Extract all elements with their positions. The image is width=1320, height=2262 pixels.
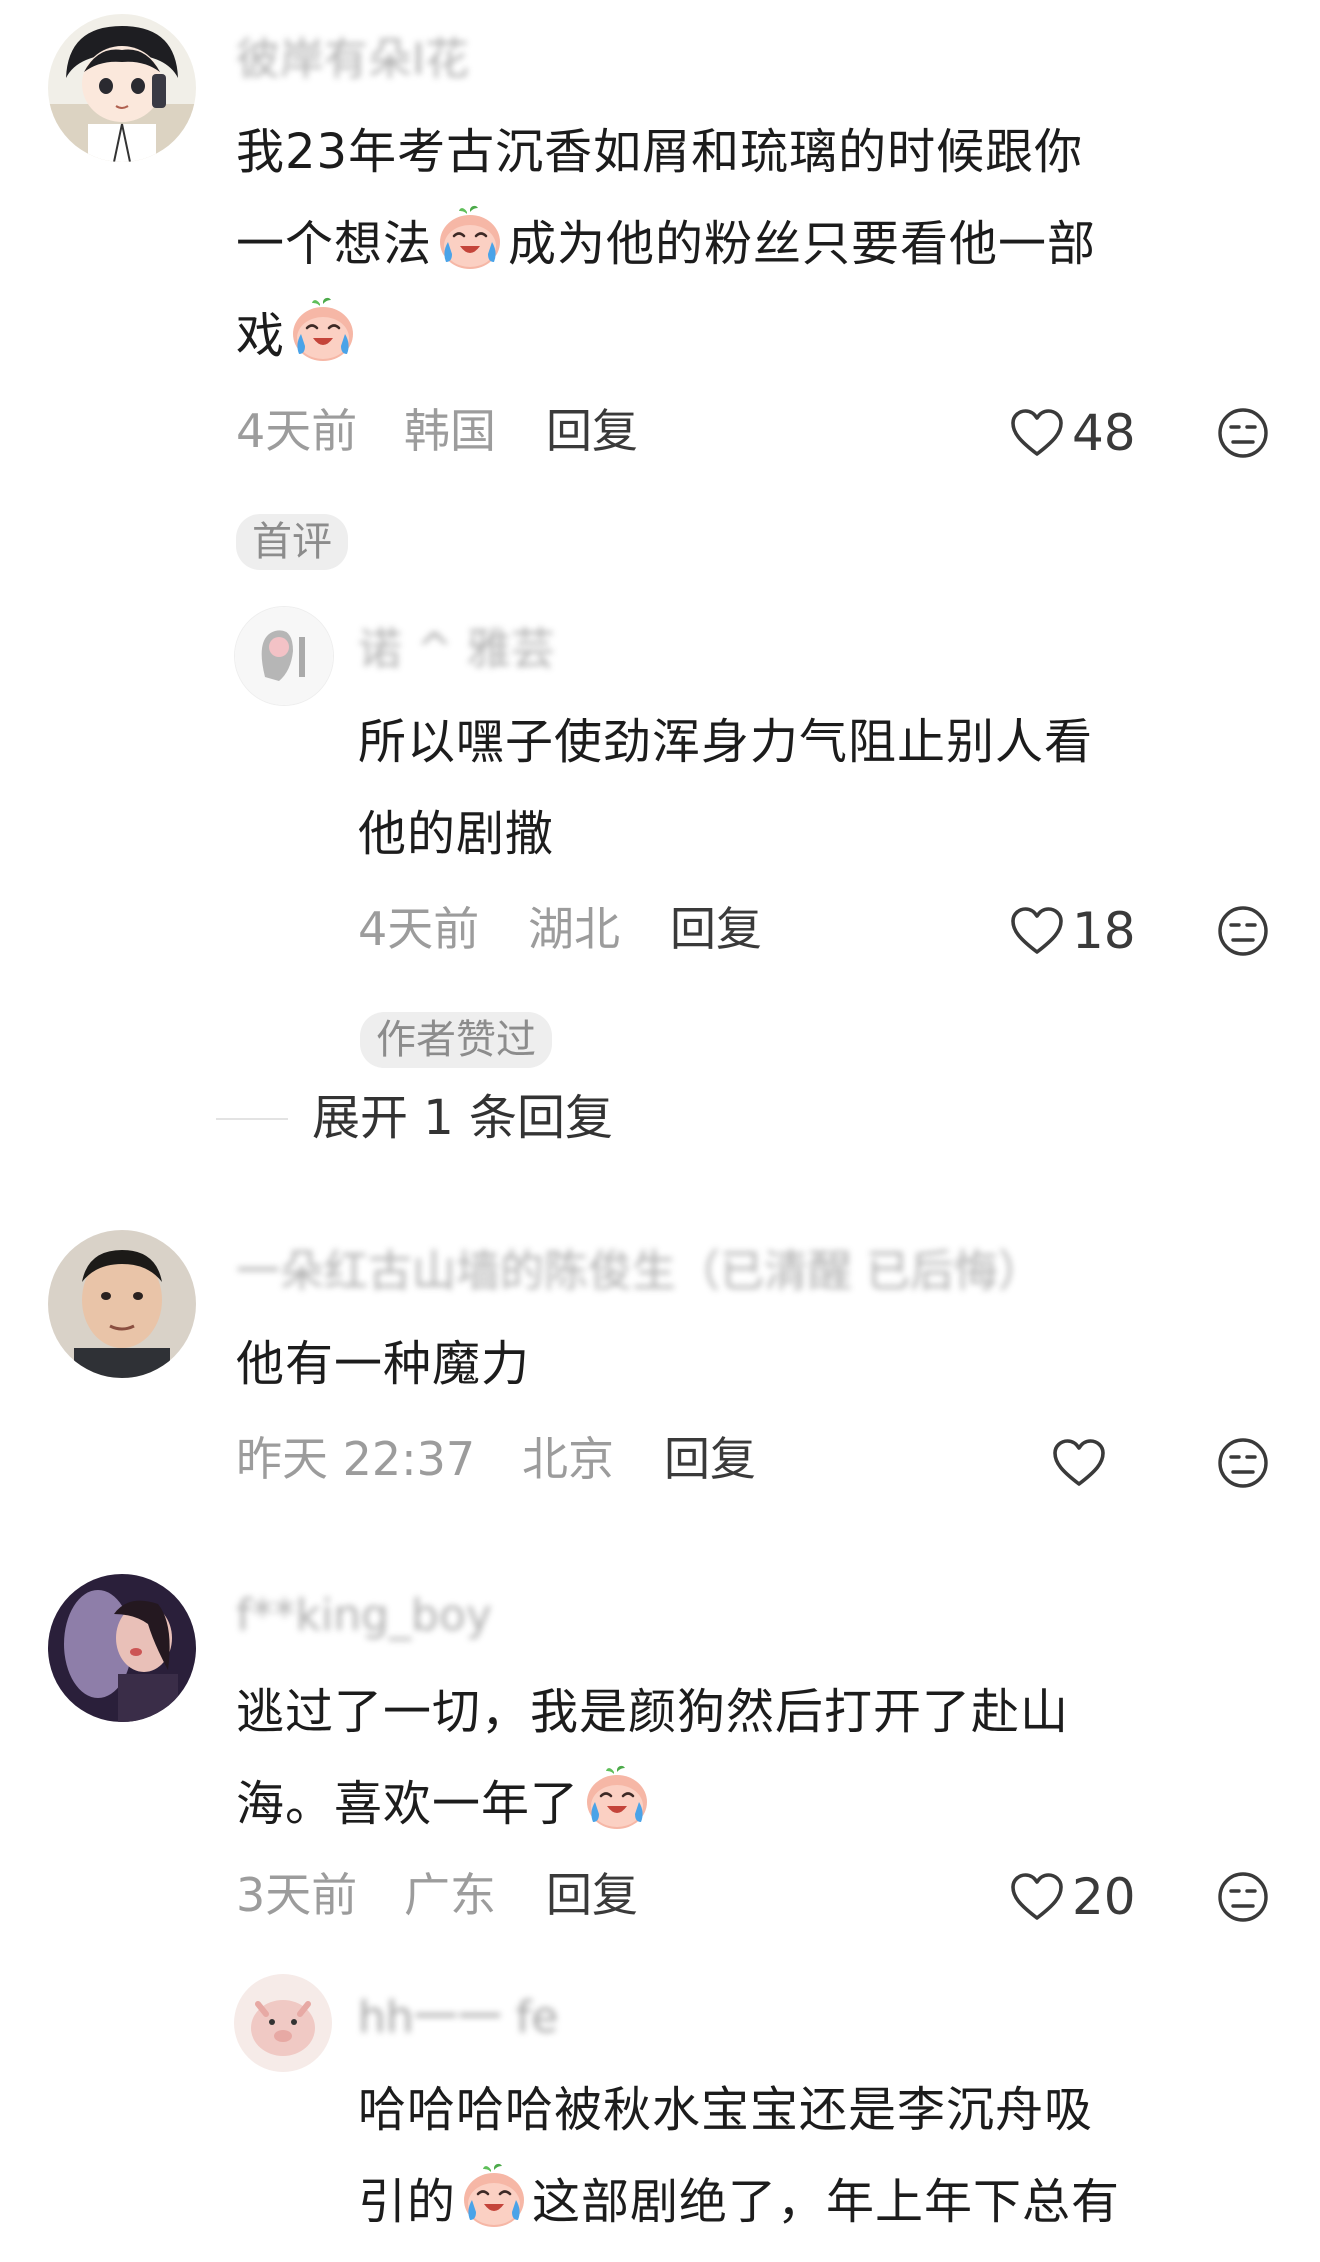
man-photo-avatar-icon [48,1230,196,1378]
meh-face-icon [1216,406,1270,460]
meh-face-icon [1216,904,1270,958]
comment-text: 他有一种魔力 [236,1318,1256,1410]
comment-text-line: 逃过了一切，我是颜狗然后打开了赴山 [236,1684,1070,1740]
like-count: 20 [1072,1868,1136,1926]
concert-photo-avatar-icon [48,1574,196,1722]
comment-text-line: 戏 [236,290,1256,382]
username[interactable]: f**king_boy [236,1594,492,1638]
crying-peach-emoji-icon [458,2160,530,2232]
heart-outline-icon [1052,1438,1106,1488]
crying-peach-emoji-icon [434,202,506,274]
pig-cartoon-avatar-icon [234,1974,332,2072]
heart-outline-icon [1010,408,1064,458]
comment-text: 我23年考古沉香如屑和琉璃的时候跟你 一个想法 成为他的粉丝只要看他一部 戏 [236,106,1256,382]
dislike-button[interactable] [1216,406,1270,460]
comment-text-line: 海。喜欢一年了 [236,1758,1256,1850]
reply-button[interactable]: 回复 [670,906,762,952]
reply-button[interactable]: 回复 [546,408,638,454]
like-button[interactable]: 48 [1010,408,1136,458]
comment-text-segment: 一个想法 [236,216,433,272]
reply-text: 哈哈哈哈被秋水宝宝还是李沉舟吸 引的 这部剧绝了，年上年下总有 [358,2064,1258,2248]
like-count: 18 [1072,902,1136,960]
like-count: 48 [1072,404,1136,462]
comment-text-segment: 海。喜欢一年了 [236,1776,580,1832]
meh-face-icon [1216,1436,1270,1490]
dislike-button[interactable] [1216,1870,1270,1924]
comment-item: 彼岸有朵Ⅰ花 我23年考古沉香如屑和琉璃的时候跟你 一个想法 成为他的粉丝只要看他… [0,0,1320,1142]
comment-item: 一朵红古山墙的陈俊生（已清醒 已后悔） 他有一种魔力 昨天 22:37 北京 回… [0,1200,1320,1540]
comment-text-line: 一个想法 成为他的粉丝只要看他一部 [236,198,1256,290]
dislike-button[interactable] [1216,1436,1270,1490]
reply-button[interactable]: 回复 [546,1872,638,1918]
like-button[interactable] [1052,1438,1106,1488]
reply-text-line: 所以嘿子使劲浑身力气阻止别人看 [358,714,1094,770]
comment-time: 3天前 [236,1868,358,1922]
comment-location: 韩国 [404,404,496,458]
author-liked-badge: 作者赞过 [360,1012,552,1068]
heart-outline-icon [1010,1872,1064,1922]
reply-button[interactable]: 回复 [664,1436,756,1482]
reply-text: 所以嘿子使劲浑身力气阻止别人看 他的剧撒 [358,696,1258,880]
comment-text-segment: 戏 [236,308,286,364]
reply-text-line: 他的剧撒 [358,806,555,862]
reply-text-line: 哈哈哈哈被秋水宝宝还是李沉舟吸 [358,2082,1094,2138]
reply-user-avatar[interactable] [234,1974,332,2072]
comment-text-line: 我23年考古沉香如屑和琉璃的时候跟你 [236,124,1084,180]
reply-username[interactable]: 诺 ^ 雅芸 [358,628,555,672]
comment-time: 昨天 22:37 [236,1436,475,1482]
user-avatar[interactable] [48,1230,196,1378]
reply-username[interactable]: hh一一 fe [358,1996,558,2040]
username[interactable]: 彼岸有朵Ⅰ花 [236,38,469,82]
dislike-button[interactable] [1216,904,1270,958]
heart-outline-icon [1010,906,1064,956]
first-comment-badge: 首评 [236,514,348,570]
username[interactable]: 一朵红古山墙的陈俊生（已清醒 已后悔） [236,1250,1042,1294]
like-button[interactable]: 20 [1010,1872,1136,1922]
like-button[interactable]: 18 [1010,906,1136,956]
crying-peach-emoji-icon [287,294,359,366]
comment-item: f**king_boy 逃过了一切，我是颜狗然后打开了赴山 海。喜欢一年了 3天… [0,1550,1320,2230]
comment-location: 广东 [404,1868,496,1922]
comment-time: 4天前 [236,404,358,458]
comment-text-segment: 成为他的粉丝只要看他一部 [508,216,1097,272]
reply-user-avatar[interactable] [234,606,334,706]
reply-location: 湖北 [528,902,620,956]
comment-text-line: 他有一种魔力 [236,1336,531,1392]
expand-replies-button[interactable]: 展开 1 条回复 [312,1094,613,1142]
comment-time-value: 昨天 22:37 [236,1432,476,1486]
crying-peach-emoji-icon [581,1762,653,1834]
user-avatar[interactable] [48,14,196,162]
reply-text-segment: 引的 [358,2174,457,2230]
comment-text: 逃过了一切，我是颜狗然后打开了赴山 海。喜欢一年了 [236,1666,1256,1850]
meh-face-icon [1216,1870,1270,1924]
expand-divider [216,1118,288,1120]
reply-time: 4天前 [358,902,480,956]
reply-text-segment: 这部剧绝了，年上年下总有 [532,2174,1121,2230]
comment-location: 北京 [522,1432,614,1486]
girl-sketch-avatar-icon [235,607,333,705]
user-avatar[interactable] [48,1574,196,1722]
anime-boy-avatar-icon [48,14,196,162]
reply-text-line: 引的 这部剧绝了，年上年下总有 [358,2156,1258,2248]
